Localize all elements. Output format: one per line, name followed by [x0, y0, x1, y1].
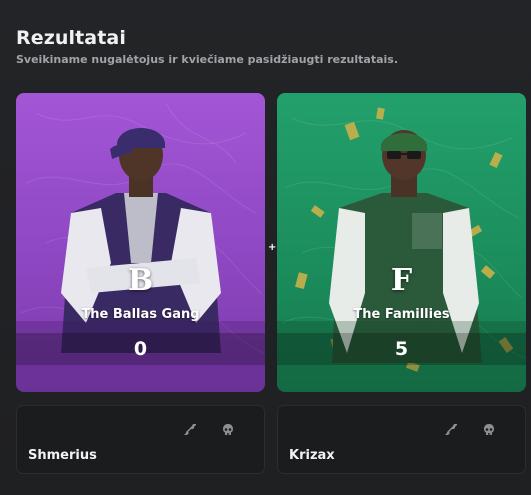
- rifle-icon: [184, 424, 196, 435]
- rifle-icon: [445, 424, 457, 435]
- page-subtitle: Sveikiname nugalėtojus ir kviečiame pasi…: [16, 53, 399, 66]
- team-name-ballas: The Ballas Gang: [81, 307, 200, 322]
- player-name: Shmerius: [28, 448, 97, 463]
- ballas-emblem-icon: B: [127, 263, 154, 298]
- team-card-families[interactable]: F The Famillies 5: [277, 93, 526, 392]
- team-score-ballas: 0: [133, 338, 148, 360]
- separator-plus: +: [268, 242, 277, 253]
- player-card-shmerius[interactable]: Shmerius: [16, 405, 265, 474]
- team-score-families: 5: [394, 338, 409, 360]
- player-card-krizax[interactable]: Krizax: [277, 405, 526, 474]
- results-panel: Rezultatai Sveikiname nugalėtojus ir kvi…: [0, 0, 531, 495]
- skull-icon: [484, 424, 494, 435]
- page-title: Rezultatai: [16, 27, 126, 49]
- team-name-families: The Famillies: [353, 307, 450, 322]
- skull-icon: [223, 424, 233, 435]
- player-name: Krizax: [289, 448, 335, 463]
- team-card-ballas[interactable]: B The Ballas Gang 0: [16, 93, 265, 392]
- families-emblem-icon: F: [390, 263, 413, 298]
